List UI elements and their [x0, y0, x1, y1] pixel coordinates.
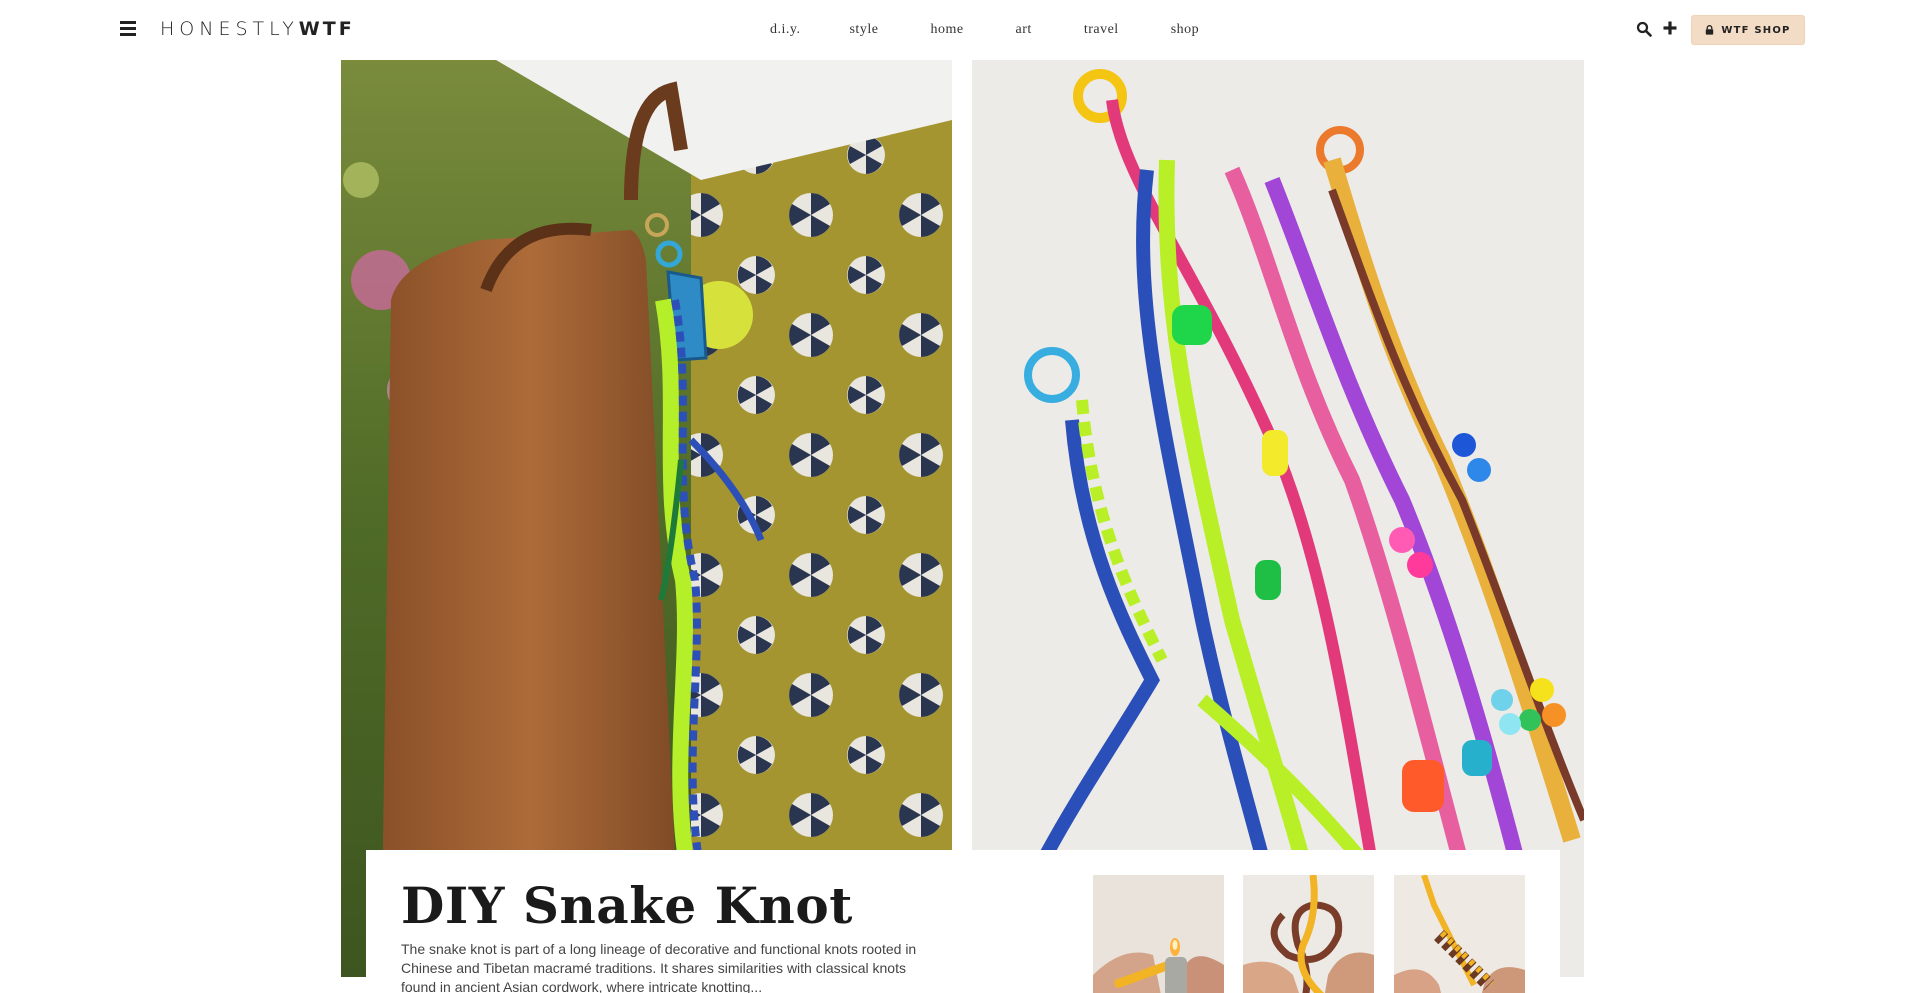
step-thumbnail-lighter[interactable] [1093, 875, 1224, 993]
nav-item-art[interactable]: art [1016, 22, 1032, 38]
search-icon[interactable] [1636, 21, 1652, 37]
site-logo[interactable]: HONESTLYWTF [160, 18, 355, 40]
wtf-shop-button[interactable]: WTF SHOP [1692, 16, 1804, 44]
article-title[interactable]: DIY Snake Knot [401, 876, 853, 935]
logo-light-text: HONESTLY [160, 18, 299, 40]
cord-keychains-photo [972, 60, 1584, 977]
article-card[interactable]: DIY Snake Knot The snake knot is part of… [366, 850, 1560, 993]
hamburger-menu-icon[interactable] [120, 21, 136, 37]
bag-keychain-photo [341, 60, 952, 977]
step-thumbnail-knotting[interactable] [1394, 875, 1525, 993]
hero-image-cord-keychains[interactable] [972, 60, 1584, 977]
lock-icon [1706, 25, 1714, 35]
hero-image-bag-keychain[interactable] [341, 60, 952, 977]
nav-item-diy[interactable]: d.i.y. [770, 22, 800, 38]
article-excerpt: The snake knot is part of a long lineage… [401, 941, 917, 993]
plus-icon[interactable] [1662, 20, 1678, 36]
step-thumbnail-loop[interactable] [1243, 875, 1374, 993]
nav-item-travel[interactable]: travel [1084, 22, 1119, 38]
wtf-shop-label: WTF SHOP [1721, 24, 1791, 36]
nav-item-home[interactable]: home [930, 22, 963, 38]
main-nav: d.i.y. style home art travel shop [770, 22, 1199, 38]
nav-item-shop[interactable]: shop [1171, 22, 1199, 38]
site-header: HONESTLYWTF d.i.y. style home art travel… [0, 0, 1920, 60]
thumbnail-loop-image [1243, 875, 1374, 993]
nav-item-style[interactable]: style [849, 22, 878, 38]
logo-bold-text: WTF [298, 18, 355, 40]
thumbnail-lighter-image [1093, 875, 1224, 993]
thumbnail-knotting-image [1394, 875, 1525, 993]
